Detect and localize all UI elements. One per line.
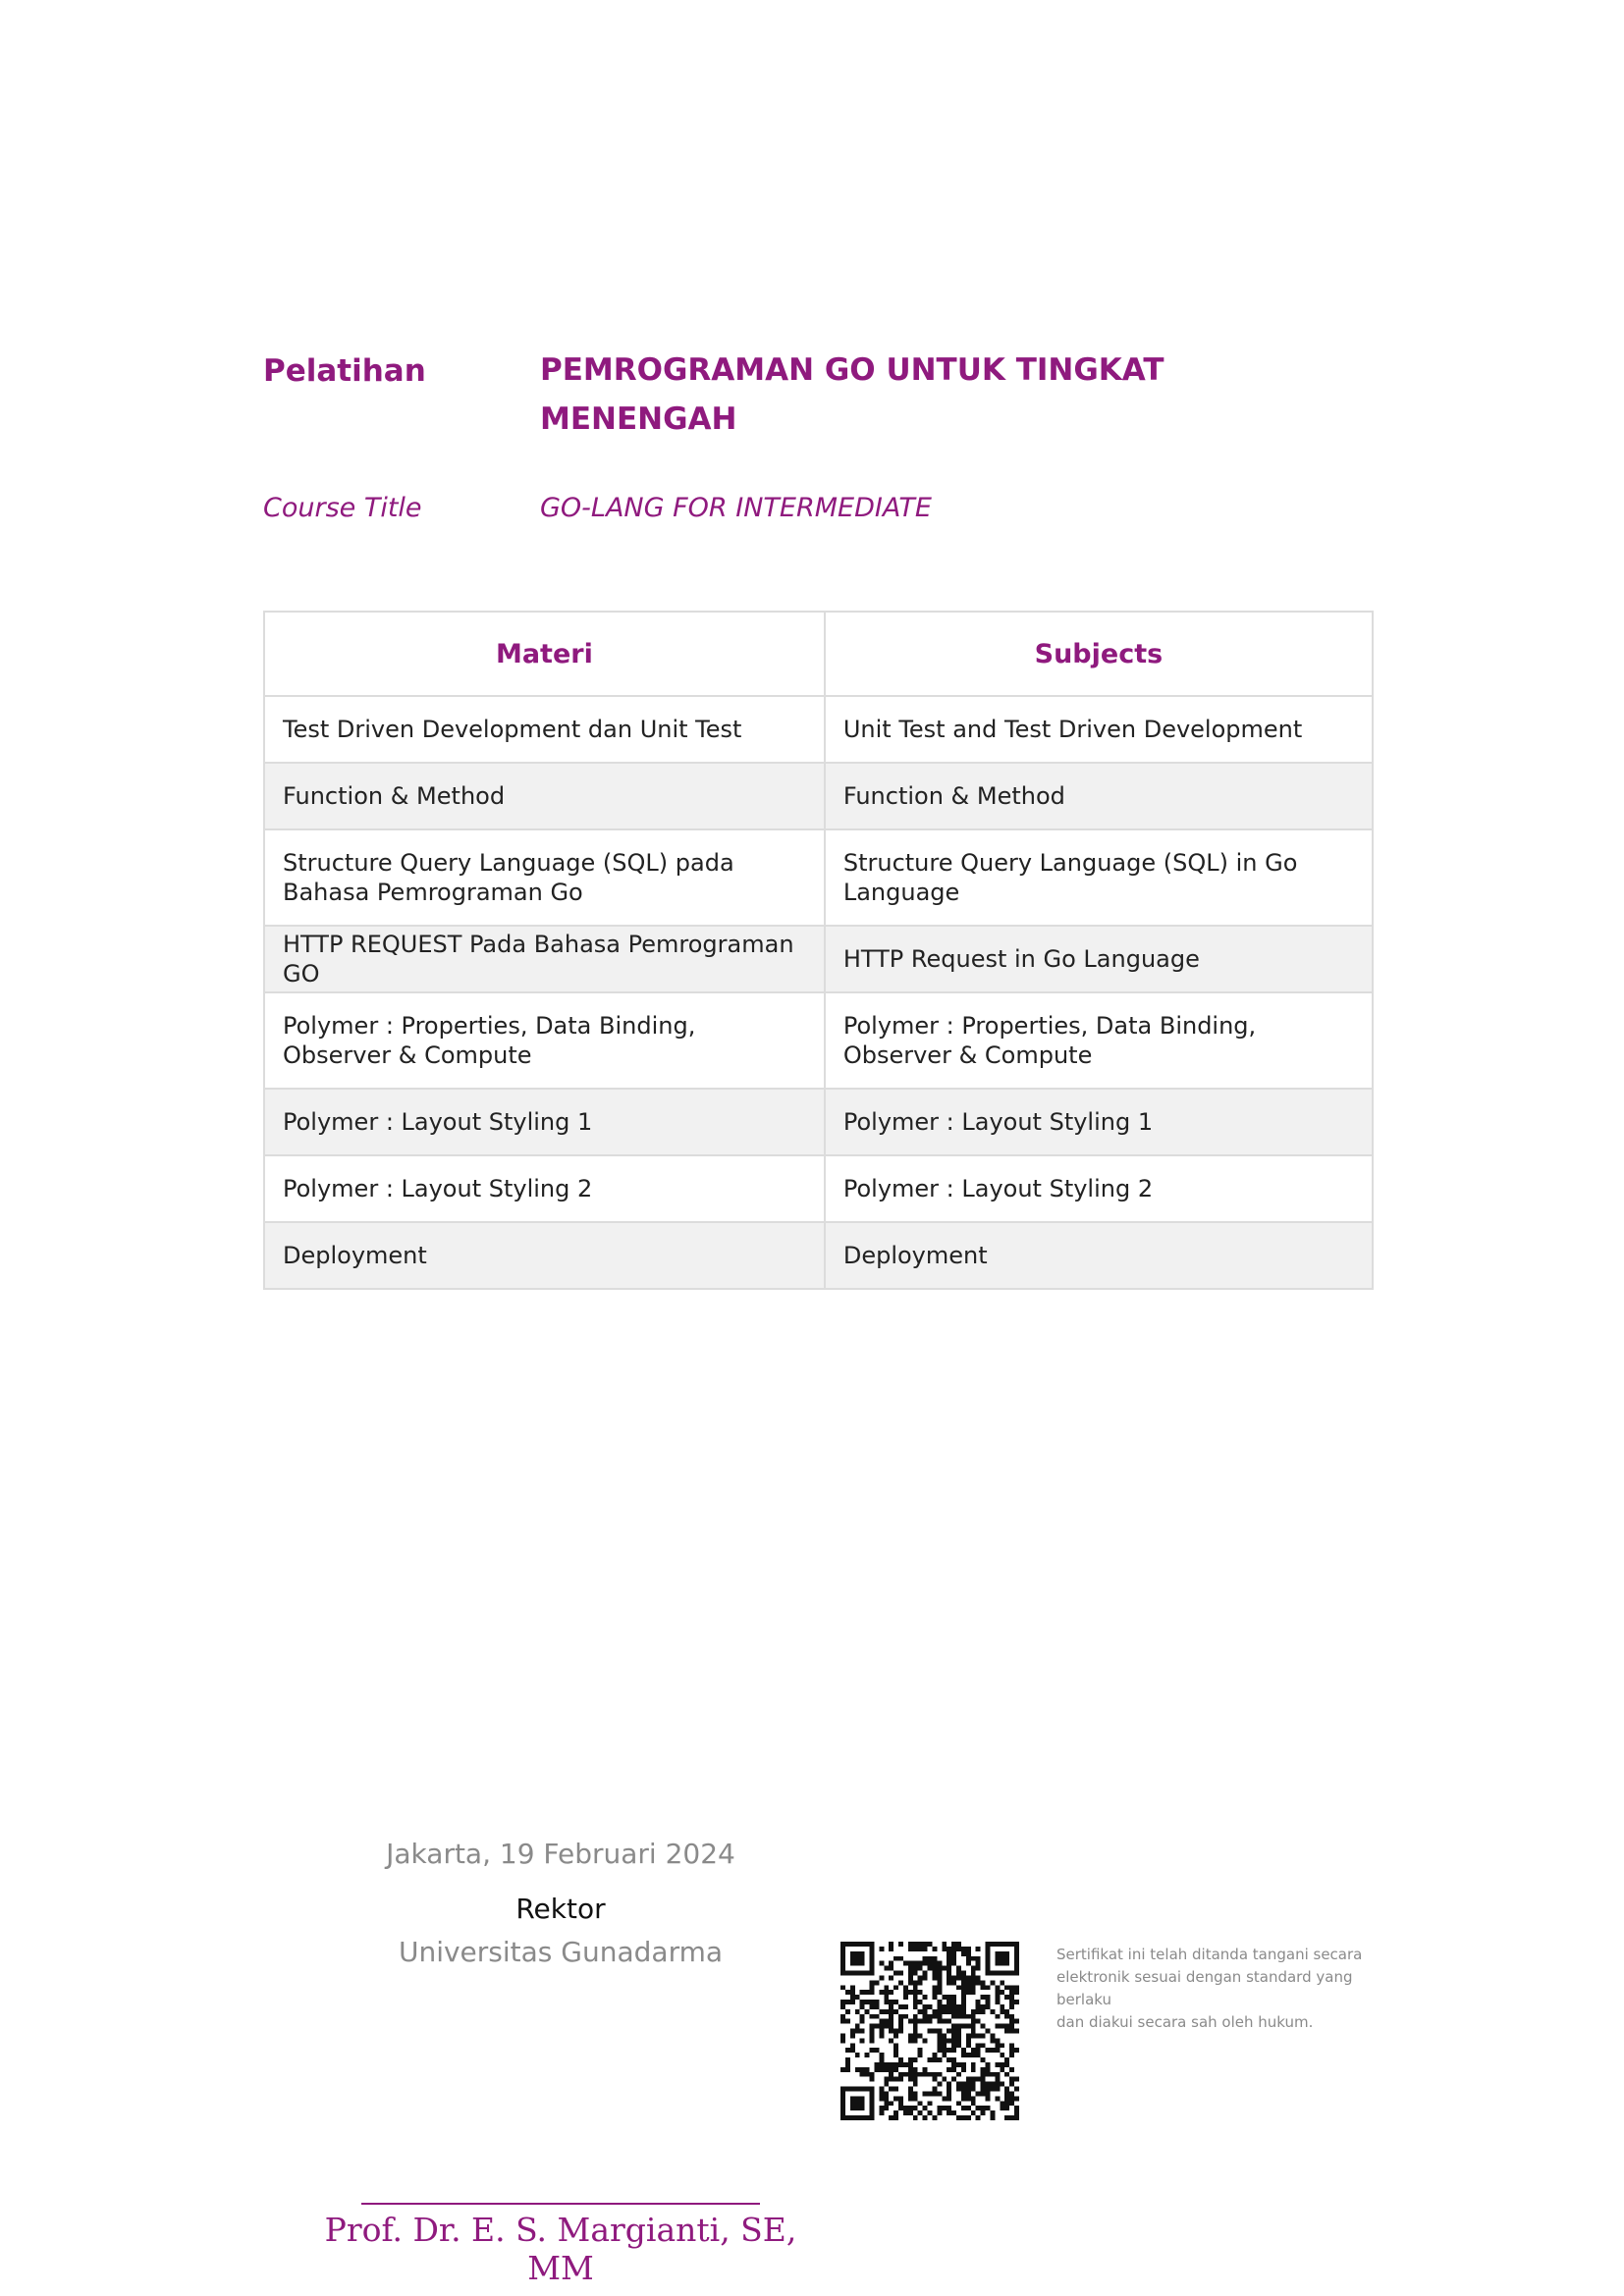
cell-subject: Polymer : Layout Styling 2 bbox=[823, 1154, 1375, 1223]
cell-subject: Function & Method bbox=[823, 762, 1375, 830]
subjects-table: Materi Subjects Test Driven Development … bbox=[263, 611, 1375, 1290]
course-title-value: GO-LANG FOR INTERMEDIATE bbox=[540, 493, 932, 523]
institution-name: Universitas Gunadarma bbox=[398, 1936, 724, 1968]
table-row: Structure Query Language (SQL) pada Baha… bbox=[263, 828, 1375, 927]
e-signature-note-line: dan diakui secara sah oleh hukum. bbox=[1056, 2013, 1314, 2031]
cell-materi: Polymer : Layout Styling 2 bbox=[263, 1154, 826, 1223]
cell-materi: Function & Method bbox=[263, 762, 826, 830]
cell-materi: Test Driven Development dan Unit Test bbox=[263, 695, 826, 764]
cell-subject: Polymer : Properties, Data Binding, Obse… bbox=[823, 991, 1375, 1090]
cell-subject: Deployment bbox=[823, 1221, 1375, 1290]
e-signature-note-line: elektronik sesuai dengan standard yang bbox=[1056, 1968, 1353, 1986]
cell-materi: Polymer : Properties, Data Binding, Obse… bbox=[263, 991, 826, 1090]
training-title: PEMROGRAMAN GO UNTUK TINGKAT MENENGAH bbox=[540, 346, 1227, 444]
cell-materi: Structure Query Language (SQL) pada Baha… bbox=[263, 828, 826, 927]
cell-subject: Structure Query Language (SQL) in Go Lan… bbox=[823, 828, 1375, 927]
training-label: Pelatihan bbox=[263, 353, 426, 389]
signer-role: Rektor bbox=[515, 1893, 606, 1925]
header-materi: Materi bbox=[263, 611, 826, 697]
cell-subject: Unit Test and Test Driven Development bbox=[823, 695, 1375, 764]
training-title-line2: MENENGAH bbox=[540, 401, 737, 437]
e-signature-note-line: Sertifikat ini telah ditanda tangani sec… bbox=[1056, 1946, 1363, 1963]
training-title-line1: PEMROGRAMAN GO UNTUK TINGKAT bbox=[540, 352, 1164, 388]
qr-code-icon bbox=[840, 1942, 1019, 2120]
place-date: Jakarta, 19 Februari 2024 bbox=[386, 1838, 735, 1870]
header-subjects: Subjects bbox=[823, 611, 1375, 697]
table-header-row: Materi Subjects bbox=[263, 611, 1375, 697]
table-row: HTTP REQUEST Pada Bahasa Pemrograman GO … bbox=[263, 925, 1375, 993]
cell-subject: HTTP Request in Go Language bbox=[823, 925, 1375, 993]
table-row: Polymer : Properties, Data Binding, Obse… bbox=[263, 991, 1375, 1090]
signer-name: Prof. Dr. E. S. Margianti, SE, MM bbox=[324, 2211, 797, 2287]
table-row: Polymer : Layout Styling 2 Polymer : Lay… bbox=[263, 1154, 1375, 1223]
cell-subject: Polymer : Layout Styling 1 bbox=[823, 1088, 1375, 1156]
cell-materi: Deployment bbox=[263, 1221, 826, 1290]
table-row: Test Driven Development dan Unit Test Un… bbox=[263, 695, 1375, 764]
table-row: Polymer : Layout Styling 1 Polymer : Lay… bbox=[263, 1088, 1375, 1156]
table-row: Deployment Deployment bbox=[263, 1221, 1375, 1290]
cell-materi: Polymer : Layout Styling 1 bbox=[263, 1088, 826, 1156]
table-row: Function & Method Function & Method bbox=[263, 762, 1375, 830]
e-signature-note-line: berlaku bbox=[1056, 1991, 1112, 2008]
cell-materi: HTTP REQUEST Pada Bahasa Pemrograman GO bbox=[263, 925, 826, 993]
course-title-label: Course Title bbox=[263, 493, 422, 523]
signature-line bbox=[361, 2203, 760, 2205]
qr-code-graphic bbox=[840, 1942, 1019, 2120]
e-signature-note: Sertifikat ini telah ditanda tangani sec… bbox=[1056, 1944, 1380, 2034]
